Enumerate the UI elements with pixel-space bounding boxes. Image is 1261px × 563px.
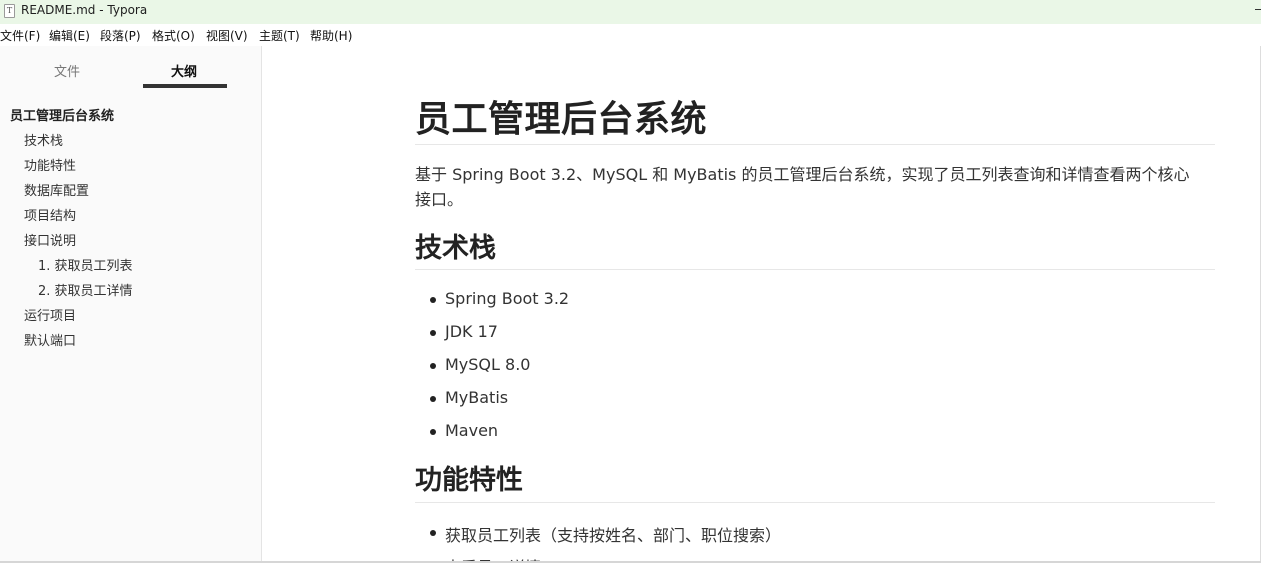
menu-paragraph[interactable]: 段落(P) — [100, 27, 141, 44]
list-item: JDK 17 — [430, 322, 498, 341]
list-item: MyBatis — [429, 388, 509, 407]
title-divider — [415, 144, 1215, 145]
active-tab-indicator — [143, 84, 227, 88]
window-title: README.md - Typora — [21, 3, 148, 17]
heading-features: 功能特性 — [415, 465, 523, 496]
menu-bar: 文件(F) 编辑(E) 段落(P) 格式(O) 视图(V) 主题(T) 帮助(H… — [0, 24, 1261, 46]
menu-edit[interactable]: 编辑(E) — [49, 27, 90, 44]
outline-item-tech-stack[interactable]: 技术栈 — [24, 130, 63, 149]
outline-item-api-list[interactable]: 1. 获取员工列表 — [38, 255, 133, 274]
intro-paragraph: 基于 Spring Boot 3.2、MySQL 和 MyBatis 的员工管理… — [415, 165, 1190, 209]
sidebar: 文件 大纲 员工管理后台系统 技术栈 功能特性 数据库配置 项目结构 接口说明 … — [0, 46, 317, 563]
menu-format[interactable]: 格式(O) — [152, 27, 195, 44]
outline-item-api[interactable]: 接口说明 — [24, 230, 76, 249]
tech-stack-divider — [415, 269, 1215, 270]
typora-app-icon: T — [4, 4, 15, 18]
heading-tech-stack: 技术栈 — [415, 233, 496, 264]
menu-theme[interactable]: 主题(T) — [259, 27, 300, 44]
outline-item-structure[interactable]: 项目结构 — [24, 205, 76, 224]
list-item: Maven — [429, 421, 499, 440]
features-divider — [415, 502, 1215, 503]
outline-item-port[interactable]: 默认端口 — [24, 330, 76, 349]
menu-help[interactable]: 帮助(H) — [310, 27, 352, 44]
outline-item-api-detail[interactable]: 2. 获取员工详情 — [38, 280, 133, 299]
list-item: 获取员工列表（支持按姓名、部门、职位搜索） — [429, 522, 781, 546]
document-title: 员工管理后台系统 — [415, 99, 708, 140]
menu-file[interactable]: 文件(F) — [0, 27, 40, 44]
editor-content[interactable]: 员工管理后台系统 基于 Spring Boot 3.2、MySQL 和 MyBa… — [263, 46, 1261, 563]
tab-outline[interactable]: 大纲 — [171, 61, 197, 80]
outline-item-db-config[interactable]: 数据库配置 — [24, 180, 89, 199]
minimize-icon[interactable] — [1255, 9, 1261, 10]
outline-item-title[interactable]: 员工管理后台系统 — [10, 105, 114, 124]
menu-view[interactable]: 视图(V) — [206, 27, 248, 44]
outline-item-run[interactable]: 运行项目 — [24, 305, 76, 324]
list-item: Spring Boot 3.2 — [429, 289, 570, 308]
outline-item-features[interactable]: 功能特性 — [24, 155, 76, 174]
title-bar: T README.md - Typora — [0, 0, 1261, 24]
tab-files[interactable]: 文件 — [54, 61, 80, 80]
list-item: MySQL 8.0 — [429, 355, 531, 374]
